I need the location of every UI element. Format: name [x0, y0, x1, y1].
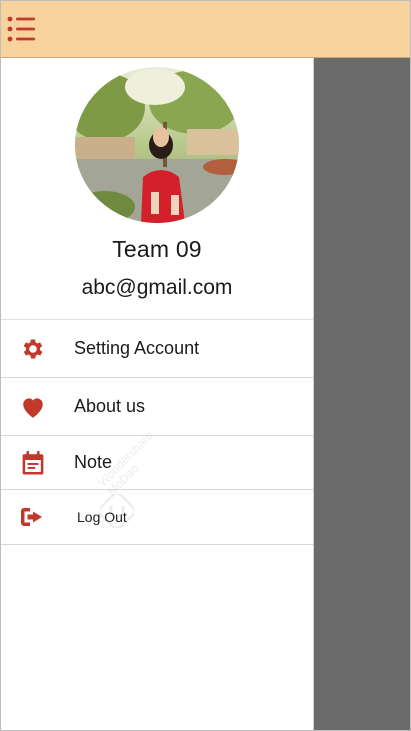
top-app-bar [1, 1, 410, 58]
menu-list-icon[interactable] [5, 13, 39, 45]
profile-name: Team 09 [112, 236, 202, 262]
calendar-icon [20, 450, 46, 476]
profile-header: Team 09 abc@gmail.com [1, 58, 313, 320]
profile-email: abc@gmail.com [81, 276, 233, 299]
menu-item-log-out[interactable]: Log Out [1, 490, 313, 545]
menu-item-label: Log Out [77, 509, 127, 525]
heart-icon [20, 394, 46, 420]
menu-item-note[interactable]: Note [1, 436, 313, 490]
logout-icon [20, 504, 46, 530]
menu-item-label: About us [74, 396, 146, 416]
menu-item-label: Note [74, 452, 113, 472]
avatar [75, 67, 239, 223]
menu-item-label: Setting Account [74, 338, 200, 358]
menu-item-setting-account[interactable]: Setting Account [1, 320, 313, 378]
gear-icon [20, 336, 46, 362]
navigation-drawer: Team 09 abc@gmail.com Setting Account Ab… [1, 58, 314, 730]
menu-item-about-us[interactable]: About us [1, 378, 313, 436]
drawer-scrim[interactable] [313, 58, 410, 730]
